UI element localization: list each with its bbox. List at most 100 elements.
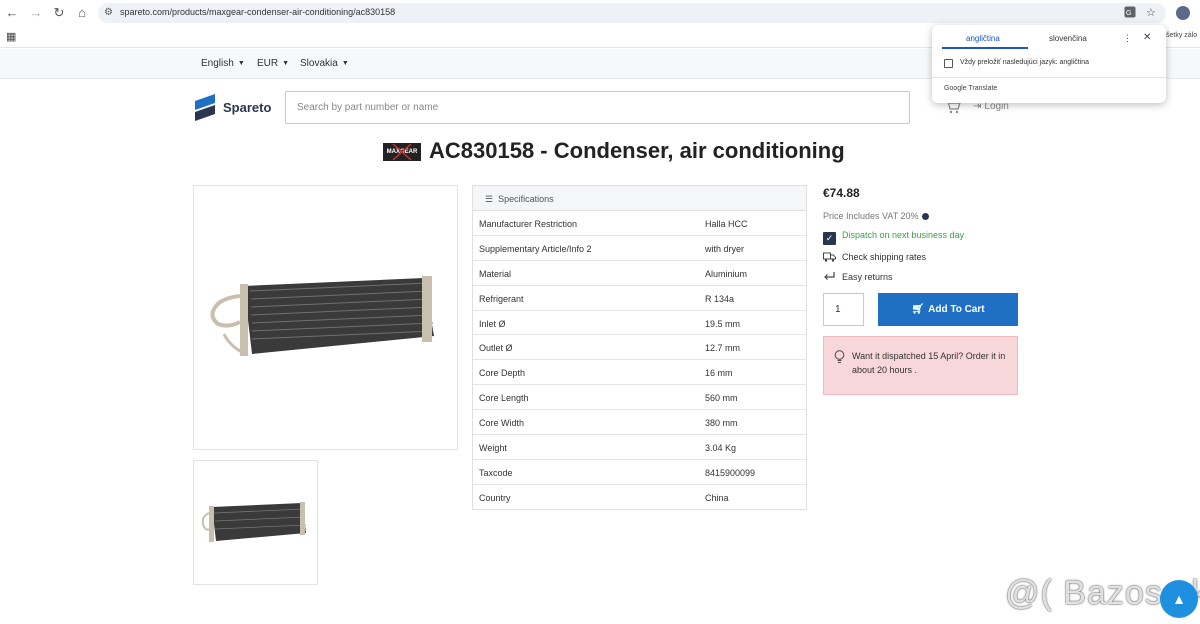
language-selector[interactable]: English ▼: [201, 58, 245, 69]
divider: [932, 77, 1166, 78]
bookmark-star-icon[interactable]: ☆: [1146, 6, 1156, 19]
spec-key: Refrigerant: [479, 293, 524, 304]
spec-value: Halla HCC: [705, 219, 748, 229]
url-text: spareto.com/products/maxgear-condenser-a…: [120, 7, 396, 17]
info-icon[interactable]: [921, 213, 929, 220]
caret-down-icon: ▼: [282, 60, 290, 67]
address-bar[interactable]: ⚙ spareto.com/products/maxgear-condenser…: [98, 3, 1166, 23]
home-icon[interactable]: ⌂: [74, 5, 90, 21]
translate-tab-english[interactable]: angličtina: [966, 34, 1000, 43]
return-arrow-icon: [824, 272, 835, 280]
product-price: €74.88: [823, 186, 860, 200]
product-main-image[interactable]: [193, 185, 458, 450]
returns-text: Easy returns: [842, 272, 893, 282]
shipping-link[interactable]: Check shipping rates: [842, 252, 926, 262]
table-row: Taxcode 8415900099: [473, 460, 806, 485]
logo-text: Spareto: [223, 100, 272, 115]
table-row: Outlet Ø 12.7 mm: [473, 335, 806, 361]
spec-value: 12.7 mm: [705, 343, 741, 354]
spec-value: 560 mm: [705, 393, 738, 404]
spec-value: 3.04 Kg: [705, 443, 737, 454]
spareto-logo-icon: [195, 94, 215, 121]
site-logo[interactable]: Spareto: [193, 92, 283, 124]
product-thumbnail[interactable]: [193, 460, 318, 585]
google-translate-label: Google Translate: [944, 85, 998, 92]
vat-note-text: Price Includes VAT 20%: [823, 211, 919, 221]
spec-value: with dryer: [705, 243, 745, 254]
spec-key: Weight: [479, 443, 507, 454]
site-info-icon[interactable]: ⚙: [104, 7, 113, 18]
table-row: Weight 3.04 Kg: [473, 435, 806, 460]
table-row: Manufacturer Restriction Halla HCC: [473, 211, 806, 236]
table-row: Material Aluminium: [473, 261, 806, 286]
specifications-title: Specifications: [498, 194, 554, 204]
table-row: Core Depth 16 mm: [473, 360, 806, 386]
spec-key: Core Length: [479, 393, 529, 404]
always-translate-label: Vždy preložiť nasledujúci jazyk: angličt…: [960, 59, 1090, 66]
country-selector[interactable]: Slovakia ▼: [300, 58, 349, 69]
list-icon: ☰: [485, 194, 494, 204]
translate-popup: angličtina slovenčina ⋮ ✕ Vždy preložiť …: [932, 25, 1166, 103]
specifications-rows: Manufacturer Restriction Halla HCC Supplem…: [473, 211, 806, 510]
translate-icon[interactable]: G: [1124, 6, 1136, 21]
dispatch-text: Dispatch on next business day: [842, 230, 965, 240]
table-row: Core Width 380 mm: [473, 410, 806, 436]
vat-note: Price Includes VAT 20%: [823, 211, 929, 221]
back-icon[interactable]: ←: [4, 5, 20, 21]
close-icon[interactable]: ✕: [1143, 32, 1151, 43]
spec-key: Material: [479, 268, 512, 279]
condenser-image: [210, 276, 434, 356]
forward-icon[interactable]: →: [28, 5, 44, 21]
spec-key: Taxcode: [479, 467, 513, 478]
brand-logo: MAXGEAR: [383, 143, 421, 161]
table-row: Inlet Ø 19.5 mm: [473, 311, 806, 336]
page-title: AC830158 - Condenser, air conditioning: [429, 138, 845, 163]
caret-down-icon: ▼: [237, 60, 245, 67]
table-row: Country China: [473, 485, 806, 510]
search-input[interactable]: [285, 91, 910, 124]
cart-icon: 🛒︎: [911, 304, 925, 315]
specifications-header: ☰ Specifications: [473, 186, 806, 211]
arrow-up-icon: ▲: [1172, 591, 1186, 607]
spec-key: Outlet Ø: [479, 343, 513, 354]
spec-key: Inlet Ø: [479, 318, 506, 329]
brand-logo-cross-icon: [392, 143, 412, 161]
shipping-info[interactable]: Check shipping rates: [823, 250, 926, 263]
profile-avatar[interactable]: [1176, 6, 1190, 20]
add-to-cart-button[interactable]: 🛒︎ Add To Cart: [878, 293, 1018, 326]
caret-down-icon: ▼: [341, 60, 349, 67]
currency-label: EUR: [257, 58, 279, 69]
dispatch-alert-text: Want it dispatched 15 April? Order it in…: [852, 351, 1006, 375]
table-row: Core Length 560 mm: [473, 385, 806, 411]
quantity-input[interactable]: [823, 293, 864, 326]
language-label: English: [201, 58, 234, 69]
currency-selector[interactable]: EUR ▼: [257, 58, 289, 69]
apps-grid-icon[interactable]: ▦: [6, 30, 16, 43]
country-label: Slovakia: [300, 58, 338, 69]
browser-toolbar: ← → ↻ ⌂ ⚙ spareto.com/products/maxgear-c…: [0, 0, 1200, 26]
truck-icon: [823, 252, 836, 262]
spec-value: 16 mm: [705, 368, 733, 379]
more-options-icon[interactable]: ⋮: [1123, 33, 1132, 44]
spec-key: Country: [479, 492, 511, 503]
spec-key: Supplementary Article/Info 2: [479, 243, 592, 254]
active-tab-indicator: [942, 47, 1028, 49]
svg-text:G: G: [1126, 10, 1131, 17]
translate-tab-slovak[interactable]: slovenčina: [1049, 34, 1087, 43]
all-bookmarks-link[interactable]: šetky zálo: [1166, 32, 1197, 39]
spec-key: Core Depth: [479, 368, 526, 379]
table-row: Supplementary Article/Info 2 with dryer: [473, 236, 806, 261]
spec-value: Aluminium: [705, 268, 748, 279]
spec-key: Manufacturer Restriction: [479, 219, 578, 229]
condenser-thumbnail-image: [201, 502, 307, 542]
returns-info: Easy returns: [823, 270, 893, 283]
always-translate-checkbox[interactable]: [944, 59, 953, 68]
reload-icon[interactable]: ↻: [51, 5, 67, 21]
add-to-cart-label: Add To Cart: [928, 304, 985, 315]
specifications-table: ☰ Specifications Manufacturer Restriction…: [472, 185, 807, 510]
spec-value: 19.5 mm: [705, 318, 741, 329]
scroll-to-top-button[interactable]: ▲: [1160, 580, 1198, 618]
table-row: Refrigerant R 134a: [473, 286, 806, 311]
checkmark-icon: ✓: [823, 232, 836, 245]
spec-key: Core Width: [479, 418, 525, 429]
